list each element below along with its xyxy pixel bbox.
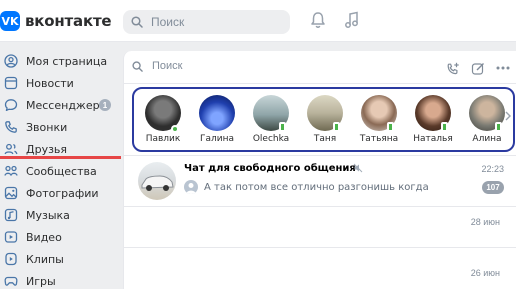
- pinned-chat-name: Olechka: [252, 134, 290, 144]
- sidebar-item-messenger[interactable]: Мессенджер 1: [0, 94, 118, 116]
- vk-logo-text: вконтакте: [25, 12, 112, 30]
- pinned-chats-strip: Павлик Галина Olechka Таня Татьяна Натал…: [132, 87, 515, 152]
- sidebar-item-calls[interactable]: Звонки: [0, 116, 118, 138]
- sidebar-item-label: Игры: [26, 274, 56, 288]
- phone-icon: [5, 121, 17, 133]
- pinned-chat-name: Алина: [472, 134, 502, 144]
- pinned-chat-name: Татьяна: [359, 134, 399, 144]
- user-silhouette-icon: [186, 183, 196, 194]
- pinned-chat[interactable]: Olechka: [245, 95, 297, 144]
- chat-last-message: А так потом все отлично разгонишь когда: [204, 182, 429, 193]
- pinned-chat-name: Галина: [199, 134, 234, 144]
- sidebar-item-news[interactable]: Новости: [0, 72, 118, 94]
- pinned-chat[interactable]: Таня: [299, 95, 351, 144]
- photo-icon: [4, 186, 18, 200]
- sidebar-item-label: Фотографии: [26, 186, 99, 200]
- sidebar-item-music[interactable]: Музыка: [0, 204, 118, 226]
- sidebar-item-label: Клипы: [26, 252, 64, 266]
- left-sidebar: Моя страница Новости Мессенджер 1 Звонки…: [0, 42, 121, 289]
- pinned-chat[interactable]: Татьяна: [353, 95, 405, 144]
- music-icon[interactable]: [344, 11, 360, 29]
- top-header: VK вконтакте Поиск: [0, 0, 516, 42]
- sidebar-item-label: Новости: [26, 76, 74, 90]
- clips-icon: [5, 252, 17, 266]
- header-search-input[interactable]: Поиск: [123, 10, 290, 34]
- sidebar-item-label: Мессенджер: [26, 98, 100, 112]
- vk-logo[interactable]: VK вконтакте: [0, 11, 112, 31]
- sidebar-item-clips[interactable]: Клипы: [0, 248, 118, 270]
- sidebar-item-photos[interactable]: Фотографии: [0, 182, 118, 204]
- sidebar-item-games[interactable]: Игры: [0, 270, 118, 289]
- pinned-chat[interactable]: Павлик: [137, 95, 189, 144]
- pinned-chat-name: Таня: [313, 134, 337, 144]
- pinned-chat[interactable]: Наталья: [407, 95, 459, 144]
- sender-avatar: [184, 180, 198, 194]
- chevron-right-icon[interactable]: [505, 111, 511, 121]
- sidebar-item-label: Музыка: [26, 208, 70, 222]
- sidebar-item-my-page[interactable]: Моя страница: [0, 50, 118, 72]
- header-search-placeholder: Поиск: [151, 15, 185, 29]
- mobile-online-indicator: [333, 122, 340, 132]
- chat-list-item[interactable]: Чат для свободного общения 22:23 А так п…: [132, 158, 512, 202]
- sidebar-item-label: Друзья: [26, 142, 68, 156]
- mobile-online-indicator: [387, 122, 394, 132]
- sidebar-item-label: Звонки: [26, 120, 68, 134]
- add-call-icon[interactable]: [446, 62, 460, 76]
- messenger-highlight-underline: [0, 156, 121, 159]
- compose-icon[interactable]: [471, 62, 485, 76]
- avatar: [138, 162, 176, 200]
- pinned-chat[interactable]: Галина: [191, 95, 243, 144]
- vk-logo-mark: VK: [0, 11, 20, 31]
- sidebar-item-label: Видео: [26, 230, 62, 244]
- messenger-panel: Поиск Павлик Галина Olechka Таня Татьяна…: [123, 51, 516, 289]
- divider: [124, 155, 516, 156]
- more-icon[interactable]: [496, 66, 510, 70]
- search-icon: [131, 16, 143, 28]
- muted-icon: [353, 163, 363, 173]
- bell-icon[interactable]: [310, 11, 326, 29]
- pinned-chat-name: Наталья: [413, 134, 453, 144]
- messenger-search-placeholder: Поиск: [152, 60, 183, 72]
- games-icon: [4, 276, 18, 286]
- mobile-online-indicator: [279, 122, 286, 132]
- sidebar-item-communities[interactable]: Сообщества: [0, 160, 118, 182]
- sidebar-item-label: Моя страница: [26, 54, 108, 68]
- sidebar-item-video[interactable]: Видео: [0, 226, 118, 248]
- unread-count-badge: 107: [482, 181, 504, 194]
- divider: [124, 83, 516, 84]
- video-icon: [4, 231, 18, 243]
- chat-title: Чат для свободного общения: [184, 163, 356, 174]
- date-separator: 26 июн: [470, 268, 500, 278]
- chat-bubble-icon: [4, 99, 18, 112]
- mobile-online-indicator: [441, 122, 448, 132]
- divider: [124, 247, 516, 248]
- sidebar-item-label: Сообщества: [26, 164, 97, 178]
- online-indicator: [171, 125, 179, 133]
- music-icon: [4, 208, 18, 222]
- profile-icon: [4, 54, 18, 68]
- divider: [124, 206, 516, 207]
- messenger-unread-badge: 1: [99, 99, 111, 111]
- pinned-chat-name: Павлик: [145, 134, 181, 144]
- search-icon: [132, 60, 143, 72]
- friends-icon: [4, 143, 18, 155]
- mobile-online-indicator: [495, 122, 502, 132]
- car-image-icon: [141, 175, 174, 191]
- messenger-search-input[interactable]: Поиск: [132, 60, 182, 72]
- avatar: [199, 95, 235, 131]
- chat-time: 22:23: [481, 164, 504, 174]
- news-icon: [4, 76, 18, 90]
- date-separator: 28 июн: [470, 217, 500, 227]
- communities-icon: [4, 165, 18, 176]
